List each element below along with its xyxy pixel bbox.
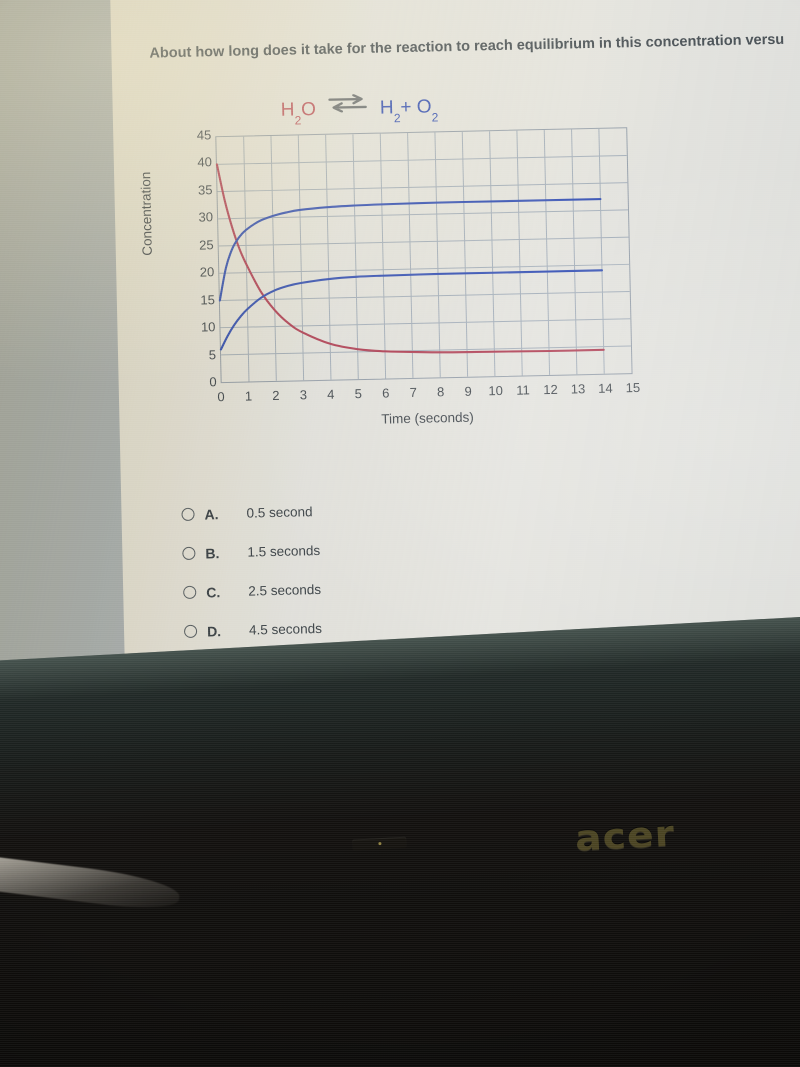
y-tick-label: 20	[199, 264, 215, 280]
y-tick-label: 25	[199, 237, 214, 253]
y-tick-label: 35	[197, 182, 213, 198]
x-tick-label: 1	[244, 388, 253, 404]
option-letter: C.	[206, 583, 221, 601]
option-letter: D.	[206, 622, 222, 639]
bezel-indicator	[352, 836, 407, 851]
x-tick-label: 6	[381, 385, 390, 401]
y-tick-label: 30	[198, 209, 214, 225]
x-tick-label: 10	[488, 382, 503, 399]
x-tick-label: 2	[272, 387, 280, 404]
y-tick-label: 45	[196, 127, 212, 143]
bezel-indicator-led	[377, 842, 382, 846]
y-tick-label: 15	[200, 291, 216, 308]
x-tick-label: 11	[516, 382, 530, 398]
x-tick-label: 14	[597, 380, 613, 396]
x-tick-label: 9	[464, 383, 472, 399]
option-text: 1.5 seconds	[247, 543, 321, 560]
option-text: 0.5 second	[246, 504, 313, 521]
radio-button-icon[interactable]	[181, 507, 195, 522]
y-tick-label: 0	[209, 374, 217, 390]
laptop-photo: Select the correct answer. About how lon…	[0, 0, 800, 1067]
acer-logo: acer	[574, 814, 677, 860]
option-text: 4.5 seconds	[248, 620, 323, 638]
curve-H2	[218, 198, 602, 302]
chart-curves	[215, 163, 605, 354]
x-tick-label: 5	[354, 386, 363, 402]
chart-title-products: H2+ O2	[379, 96, 439, 126]
option-letter: A.	[204, 505, 219, 523]
x-axis-label: Time (seconds)	[381, 409, 474, 427]
radio-button-icon[interactable]	[183, 624, 198, 638]
laptop-bezel: acer	[0, 614, 800, 1067]
option-text: 2.5 seconds	[248, 581, 322, 599]
x-tick-label: 15	[625, 379, 641, 396]
y-axis-ticks: 0 5 10 15 20 25 30 35 40 45	[167, 127, 217, 389]
radio-button-icon[interactable]	[183, 585, 197, 600]
x-tick-label: 4	[327, 386, 335, 402]
x-tick-label: 0	[217, 389, 225, 405]
chart-title: H2O H2+ O2	[280, 93, 439, 128]
y-tick-label: 40	[197, 154, 213, 170]
x-tick-label: 3	[299, 387, 308, 403]
chart-title-reactant: H2O	[280, 98, 317, 128]
y-tick-label: 10	[200, 319, 216, 335]
answer-options: A. 0.5 second B. 1.5 seconds C. 2.5 seco…	[181, 486, 604, 651]
equilibrium-arrows-icon	[328, 93, 369, 119]
x-tick-label: 13	[570, 381, 586, 397]
option-letter: B.	[205, 544, 220, 562]
equilibrium-chart: H2O H2+ O2 Concentration 0 5 10 15 20 25 30 35 4…	[138, 89, 677, 440]
x-tick-label: 7	[409, 384, 417, 401]
x-tick-label: 8	[436, 384, 445, 400]
curve-H2O	[215, 163, 605, 354]
radio-button-icon[interactable]	[182, 546, 196, 561]
plot-area	[215, 127, 633, 384]
x-axis-ticks: 0 1 2 3 4 5 6 7 8 9 10 11 12 13 14 15	[217, 380, 640, 409]
y-tick-label: 5	[208, 346, 217, 362]
x-tick-label: 12	[543, 381, 558, 398]
curve-O2	[219, 269, 604, 351]
y-axis-label: Concentration	[138, 171, 155, 256]
